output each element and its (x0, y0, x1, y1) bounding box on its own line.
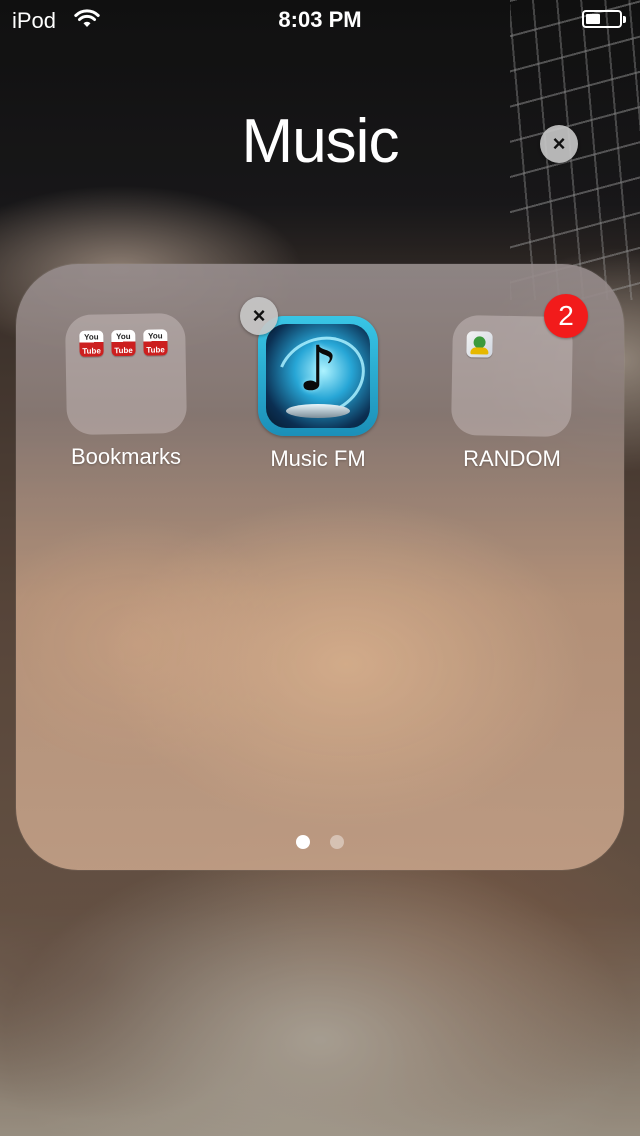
music-note-icon: ♪ (298, 332, 338, 405)
youtube-icon: You Tube (79, 330, 104, 357)
notification-badge: 2 (544, 294, 588, 338)
youtube-icon: You Tube (143, 329, 168, 356)
music-fm-artwork: ♪ (266, 324, 370, 428)
folder-random[interactable]: RANDOM (432, 314, 592, 472)
app-music-fm[interactable]: ♪ Music FM (238, 316, 398, 472)
folder-icon: You Tube You Tube You Tube (64, 312, 188, 436)
app-label: Bookmarks (70, 444, 182, 469)
music-fm-icon: ♪ (258, 316, 378, 436)
delete-app-button[interactable]: × (240, 297, 278, 335)
close-icon: × (252, 303, 266, 328)
close-icon: × (552, 131, 566, 156)
app-label: RANDOM (463, 446, 561, 471)
folder-bookmarks[interactable]: You Tube You Tube You Tube Bookmarks (46, 312, 206, 470)
battery-level (586, 14, 600, 24)
clock: 8:03 PM (278, 7, 362, 32)
page-dot-1[interactable] (295, 835, 310, 849)
page-indicator[interactable] (16, 835, 624, 854)
folder-panel: You Tube You Tube You Tube Bookmarks ♪ Musi… (16, 264, 624, 870)
battery-icon (582, 10, 626, 28)
status-bar: iPod 8:03 PM (0, 0, 640, 40)
contacts-icon (466, 331, 493, 358)
pedestal-graphic (286, 404, 350, 418)
clear-title-button[interactable]: × (540, 125, 578, 163)
youtube-icon: You Tube (111, 329, 136, 357)
app-label: Music FM (270, 446, 366, 471)
page-dot-2[interactable] (330, 835, 345, 849)
